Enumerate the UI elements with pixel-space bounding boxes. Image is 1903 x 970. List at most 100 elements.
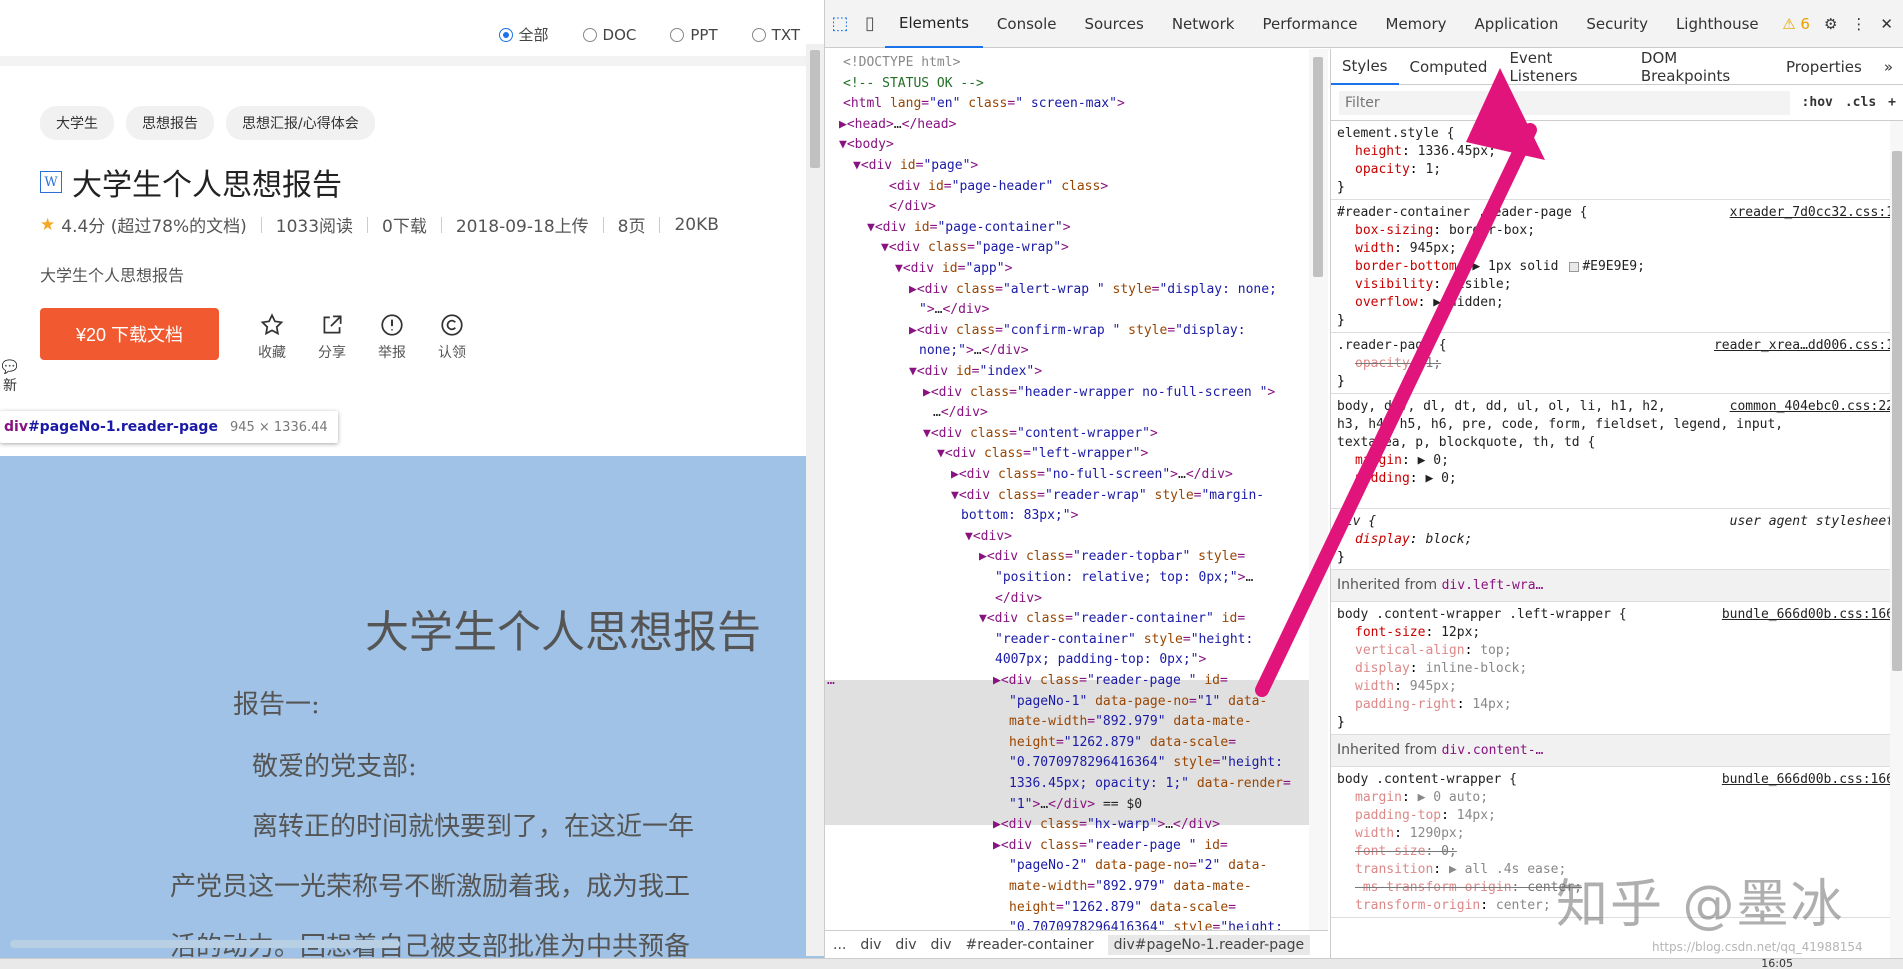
dom-node-line[interactable]: ▼<div id="page-container"> — [867, 218, 1071, 239]
dom-node-line[interactable]: "reader-container" style="height: — [995, 630, 1253, 651]
dom-node-line[interactable]: …</div> — [933, 403, 988, 424]
dom-node-line[interactable]: "pageNo-1" data-page-no="1" data- — [1009, 692, 1267, 713]
tab-application[interactable]: Application — [1461, 0, 1573, 48]
dom-node-line[interactable]: 4007px; padding-top: 0px;"> — [995, 650, 1206, 671]
filter-all[interactable]: 全部 — [498, 24, 549, 45]
dom-node-line[interactable]: ▼<div class="content-wrapper"> — [923, 424, 1158, 445]
tab-memory[interactable]: Memory — [1372, 0, 1461, 48]
dom-node-line[interactable]: ▼<div> — [965, 527, 1012, 548]
styles-scrollbar[interactable] — [1890, 121, 1903, 958]
tab-console[interactable]: Console — [983, 0, 1071, 48]
dom-node-line[interactable]: "position: relative; top: 0px;">… — [995, 568, 1253, 589]
tab-event-listeners[interactable]: Event Listeners — [1498, 49, 1629, 85]
page-vertical-scrollbar[interactable] — [806, 44, 824, 956]
dom-node-line[interactable]: ▼<div id="index"> — [909, 362, 1042, 383]
filter-ppt[interactable]: PPT — [670, 24, 718, 45]
dom-node-line[interactable]: <!DOCTYPE html> — [843, 53, 960, 74]
dom-node-line[interactable]: "pageNo-2" data-page-no="2" data- — [1009, 856, 1267, 877]
tab-security[interactable]: Security — [1572, 0, 1662, 48]
claim-button[interactable]: 认领 — [435, 312, 469, 362]
tab-lighthouse[interactable]: Lighthouse — [1662, 0, 1773, 48]
dom-node-line[interactable]: mate-width="892.979" data-mate- — [1009, 712, 1252, 733]
dom-node-line[interactable]: ▼<div class="reader-container" id= — [979, 609, 1245, 630]
dom-node-line[interactable]: "1">…</div> == $0 — [1009, 795, 1142, 816]
tab-sources[interactable]: Sources — [1070, 0, 1157, 48]
dom-node-line[interactable]: ▶<div class="hx-warp">…</div> — [993, 815, 1220, 836]
tag[interactable]: 大学生 — [40, 106, 114, 140]
report-button[interactable]: 举报 — [375, 312, 409, 362]
warning-badge[interactable]: ⚠ 6 — [1782, 15, 1810, 33]
dom-node-line[interactable]: ▶<div class="reader-page " id= — [993, 836, 1228, 857]
tab-properties[interactable]: Properties — [1775, 49, 1873, 85]
dom-node-line[interactable]: <div id="page-header" class> — [889, 177, 1108, 198]
dom-node-line[interactable]: </div> — [995, 589, 1042, 610]
horizontal-scrollbar[interactable] — [0, 938, 806, 950]
hov-toggle[interactable]: :hov — [1802, 95, 1833, 110]
device-toolbar-icon[interactable]: ▯ — [855, 13, 885, 34]
tab-dom-breakpoints[interactable]: DOM Breakpoints — [1630, 49, 1775, 85]
styles-filter-input[interactable] — [1339, 90, 1790, 115]
favorite-button[interactable]: 收藏 — [255, 312, 289, 362]
dom-node-line[interactable]: ">…</div> — [919, 300, 989, 321]
dom-node-line[interactable]: </div> — [889, 197, 936, 218]
tab-computed[interactable]: Computed — [1399, 49, 1499, 85]
dom-node-line[interactable]: ▼<div class="page-wrap"> — [881, 238, 1069, 259]
dom-node-line[interactable]: ▼<div id="app"> — [895, 259, 1012, 280]
scrollbar-thumb[interactable] — [810, 50, 820, 168]
tag[interactable]: 思想汇报/心得体会 — [226, 106, 375, 140]
filter-txt[interactable]: TXT — [751, 24, 800, 45]
tag[interactable]: 思想报告 — [126, 106, 214, 140]
css-rule[interactable]: common_404ebc0.css:22 body, div, dl, dt,… — [1331, 394, 1903, 509]
breadcrumb-item[interactable]: div — [860, 937, 881, 953]
dom-node-line[interactable]: ▼<body> — [839, 135, 894, 156]
dom-node-line[interactable]: mate-width="892.979" data-mate- — [1009, 877, 1252, 898]
dom-tree-scrollbar[interactable] — [1309, 49, 1328, 930]
gear-icon[interactable]: ⚙ — [1824, 15, 1837, 33]
node-actions-icon[interactable]: … — [827, 671, 835, 692]
dom-node-line[interactable]: ▼<div class="left-wrapper"> — [937, 444, 1148, 465]
css-rule[interactable]: reader_xrea…dd006.css:1 .reader-page { o… — [1331, 333, 1903, 394]
tab-styles[interactable]: Styles — [1331, 49, 1399, 85]
tab-performance[interactable]: Performance — [1248, 0, 1371, 48]
dom-node-line[interactable]: bottom: 83px;"> — [961, 506, 1078, 527]
scrollbar-thumb[interactable] — [1892, 151, 1902, 671]
close-icon[interactable]: ✕ — [1880, 15, 1893, 33]
tab-network[interactable]: Network — [1158, 0, 1249, 48]
cls-toggle[interactable]: .cls — [1845, 95, 1876, 110]
dom-node-line[interactable]: <!-- STATUS OK --> — [843, 74, 984, 95]
breadcrumb-item[interactable]: div — [930, 937, 951, 953]
dom-node-line[interactable]: none;">…</div> — [919, 341, 1029, 362]
dom-node-line[interactable]: height="1262.879" data-scale= — [1009, 898, 1236, 919]
breadcrumb-item-current[interactable]: div#pageNo-1.reader-page — [1107, 934, 1311, 955]
dom-node-line[interactable]: ▶<div class="reader-page " id= — [993, 671, 1228, 692]
dom-node-line[interactable]: ▶<div class="reader-topbar" style= — [979, 547, 1245, 568]
dom-node-line[interactable]: 1336.45px; opacity: 1;" data-render= — [1009, 774, 1291, 795]
dom-node-line[interactable]: height="1262.879" data-scale= — [1009, 733, 1236, 754]
download-button[interactable]: ¥20 下载文档 — [40, 308, 219, 360]
tab-elements[interactable]: Elements — [885, 0, 983, 48]
css-rule[interactable]: element.style { height: 1336.45px; opaci… — [1331, 121, 1903, 200]
more-tabs-icon[interactable]: » — [1873, 49, 1903, 85]
dom-node-line[interactable]: ▶<div class="header-wrapper no-full-scre… — [923, 383, 1275, 404]
breadcrumb-item[interactable]: ... — [833, 937, 846, 953]
scrollbar-thumb[interactable] — [10, 940, 400, 948]
css-rule[interactable]: bundle_666d00b.css:166 body .content-wra… — [1331, 602, 1903, 735]
dom-node-line[interactable]: ▶<div class="alert-wrap " style="display… — [909, 280, 1277, 301]
dom-node-line[interactable]: <html lang="en" class=" screen-max"> — [843, 94, 1125, 115]
add-rule-button[interactable]: + — [1888, 95, 1896, 110]
scrollbar-thumb[interactable] — [1313, 57, 1323, 277]
more-menu-icon[interactable]: ⋮ — [1851, 15, 1866, 33]
dom-node-line[interactable]: ▼<div id="page"> — [853, 156, 978, 177]
css-rule[interactable]: xreader_7d0cc32.css:1 #reader-container … — [1331, 200, 1903, 333]
filter-doc[interactable]: DOC — [582, 24, 636, 45]
dom-node-line[interactable]: ▶<head>…</head> — [839, 115, 956, 136]
share-button[interactable]: 分享 — [315, 312, 349, 362]
dom-node-line[interactable]: "0.7070978296416364" style="height: — [1009, 918, 1283, 930]
breadcrumb-item[interactable]: div — [895, 937, 916, 953]
dom-node-line[interactable]: ▶<div class="no-full-screen">…</div> — [951, 465, 1233, 486]
dom-node-line[interactable]: ▼<div class="reader-wrap" style="margin- — [951, 486, 1264, 507]
inspect-element-icon[interactable]: ⬚ — [825, 13, 855, 34]
dom-node-line[interactable]: "0.7070978296416364" style="height: — [1009, 753, 1283, 774]
css-rule[interactable]: user agent stylesheet div { display: blo… — [1331, 509, 1903, 570]
dom-node-line[interactable]: ▶<div class="confirm-wrap " style="displ… — [909, 321, 1246, 342]
